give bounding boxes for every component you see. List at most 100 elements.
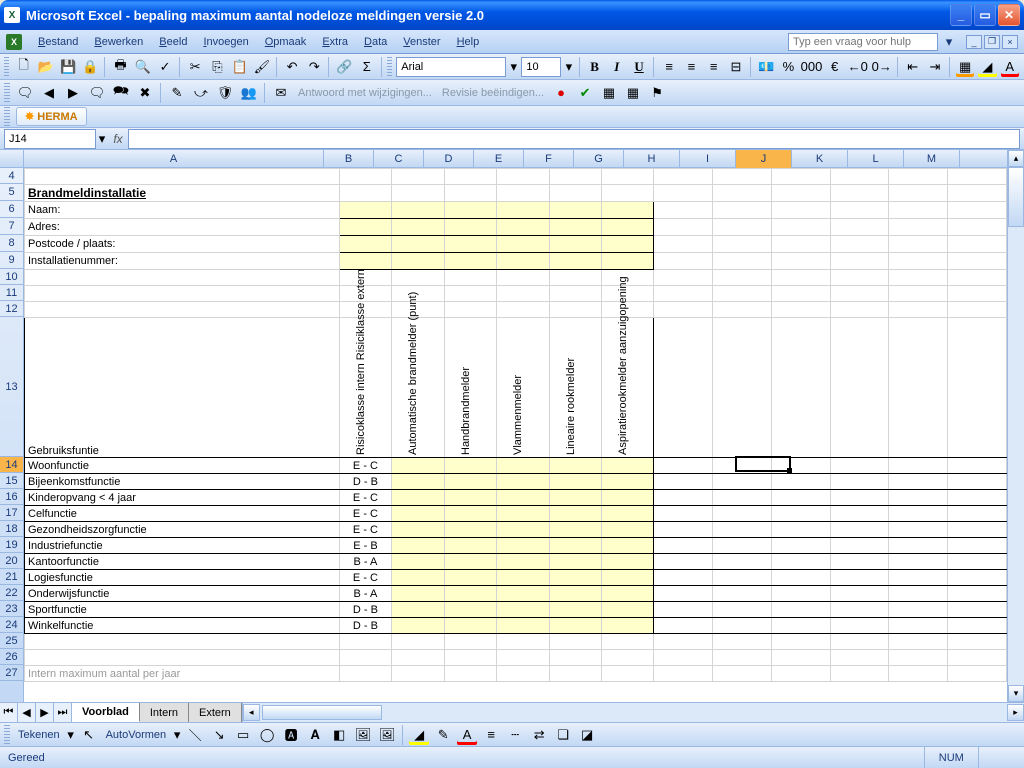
row-header-19[interactable]: 19 — [0, 537, 23, 553]
cell-I10[interactable] — [713, 270, 772, 286]
row-header-24[interactable]: 24 — [0, 617, 23, 633]
mdi-restore-button[interactable]: ❐ — [984, 35, 1000, 49]
cell-A13[interactable]: Gebruiksfuntie — [25, 318, 340, 458]
cell-L26[interactable] — [889, 650, 948, 666]
cell-B5[interactable] — [339, 185, 391, 202]
toolbar-grip[interactable] — [387, 57, 392, 77]
cell-F18[interactable] — [549, 522, 601, 538]
cell-G15[interactable] — [602, 474, 654, 490]
cell-M13[interactable] — [948, 318, 1007, 458]
cell-M14[interactable] — [948, 458, 1007, 474]
row-header-6[interactable]: 6 — [0, 201, 23, 218]
cell-F7[interactable] — [549, 219, 601, 236]
cell-E13[interactable]: Vlammenmelder — [497, 318, 549, 458]
scroll-right-button[interactable]: ▸ — [1007, 704, 1024, 721]
cell-L17[interactable] — [889, 506, 948, 522]
cell-B15[interactable]: D - B — [339, 474, 391, 490]
tab-nav-last[interactable]: ⏭ — [54, 703, 72, 722]
cell-M7[interactable] — [948, 219, 1007, 236]
new-button[interactable]: 🗋 — [13, 56, 33, 78]
cell-M27[interactable] — [948, 666, 1007, 682]
cell-E7[interactable] — [497, 219, 549, 236]
percent-button[interactable]: % — [778, 56, 798, 78]
cell-H21[interactable] — [654, 570, 713, 586]
cell-H17[interactable] — [654, 506, 713, 522]
cell-I9[interactable] — [713, 253, 772, 270]
cell-B7[interactable] — [339, 219, 391, 236]
row-header-26[interactable]: 26 — [0, 649, 23, 665]
cell-L22[interactable] — [889, 586, 948, 602]
clipart-button[interactable]: 🖼 — [352, 724, 374, 746]
minimize-button[interactable]: _ — [950, 4, 972, 26]
col-header-K[interactable]: K — [792, 150, 848, 168]
cell-E24[interactable] — [497, 618, 549, 634]
row-header-23[interactable]: 23 — [0, 601, 23, 617]
draw-menu[interactable]: Tekenen — [14, 729, 64, 741]
cell-A27[interactable]: Intern maximum aantal per jaar — [25, 666, 340, 682]
save-button[interactable]: 💾 — [58, 56, 78, 78]
cell-G21[interactable] — [602, 570, 654, 586]
row-header-9[interactable]: 9 — [0, 252, 23, 269]
scroll-track[interactable] — [1008, 167, 1024, 685]
cell-K6[interactable] — [830, 202, 889, 219]
cell-H18[interactable] — [654, 522, 713, 538]
cell-D12[interactable] — [444, 302, 496, 318]
scroll-up-button[interactable]: ▴ — [1008, 150, 1024, 167]
cell-A6[interactable]: Naam: — [25, 202, 340, 219]
row-header-27[interactable]: 27 — [0, 665, 23, 681]
cell-E23[interactable] — [497, 602, 549, 618]
autoshapes-menu[interactable]: AutoVormen — [102, 729, 171, 741]
cell-A10[interactable] — [25, 270, 340, 286]
cell-E10[interactable] — [497, 270, 549, 286]
cell-A12[interactable] — [25, 302, 340, 318]
cell-J14[interactable] — [771, 458, 830, 474]
cell-D10[interactable] — [444, 270, 496, 286]
cell-B8[interactable] — [339, 236, 391, 253]
cell-E6[interactable] — [497, 202, 549, 219]
cell-K19[interactable] — [830, 538, 889, 554]
cell-G23[interactable] — [602, 602, 654, 618]
cell-C16[interactable] — [392, 490, 444, 506]
formula-bar[interactable] — [128, 129, 1020, 149]
redo-button[interactable]: ↷ — [304, 56, 324, 78]
cell-F10[interactable] — [549, 270, 601, 286]
cell-H19[interactable] — [654, 538, 713, 554]
cell-C8[interactable] — [392, 236, 444, 253]
cell-C4[interactable] — [392, 169, 444, 185]
cell-D22[interactable] — [444, 586, 496, 602]
cell-D4[interactable] — [444, 169, 496, 185]
cell-I20[interactable] — [713, 554, 772, 570]
cell-J24[interactable] — [771, 618, 830, 634]
line-button[interactable]: ＼ — [184, 724, 206, 746]
cell-F12[interactable] — [549, 302, 601, 318]
cell-M11[interactable] — [948, 286, 1007, 302]
send-mail-button[interactable]: ✉ — [270, 82, 292, 104]
col-header-A[interactable]: A — [24, 150, 324, 168]
print-button[interactable]: 🖶 — [110, 56, 130, 78]
cell-C18[interactable] — [392, 522, 444, 538]
cell-H23[interactable] — [654, 602, 713, 618]
cell-D9[interactable] — [444, 253, 496, 270]
cell-I22[interactable] — [713, 586, 772, 602]
select-all-button[interactable] — [0, 150, 24, 168]
cell-F25[interactable] — [549, 634, 601, 650]
cell-I4[interactable] — [713, 169, 772, 185]
cell-E27[interactable] — [497, 666, 549, 682]
row-header-20[interactable]: 20 — [0, 553, 23, 569]
cell-I11[interactable] — [713, 286, 772, 302]
cell-A11[interactable] — [25, 286, 340, 302]
increase-decimal-button[interactable]: ←0 — [847, 56, 869, 78]
print-preview-button[interactable]: 🔍 — [133, 56, 153, 78]
cell-M26[interactable] — [948, 650, 1007, 666]
cell-K21[interactable] — [830, 570, 889, 586]
cell-L24[interactable] — [889, 618, 948, 634]
diagram-button[interactable]: ◧ — [328, 724, 350, 746]
col-header-I[interactable]: I — [680, 150, 736, 168]
cell-M24[interactable] — [948, 618, 1007, 634]
row-header-15[interactable]: 15 — [0, 473, 23, 489]
cell-H12[interactable] — [654, 302, 713, 318]
new-comment-button[interactable]: 🗨 — [14, 82, 36, 104]
cell-C5[interactable] — [392, 185, 444, 202]
cell-D5[interactable] — [444, 185, 496, 202]
cell-D23[interactable] — [444, 602, 496, 618]
